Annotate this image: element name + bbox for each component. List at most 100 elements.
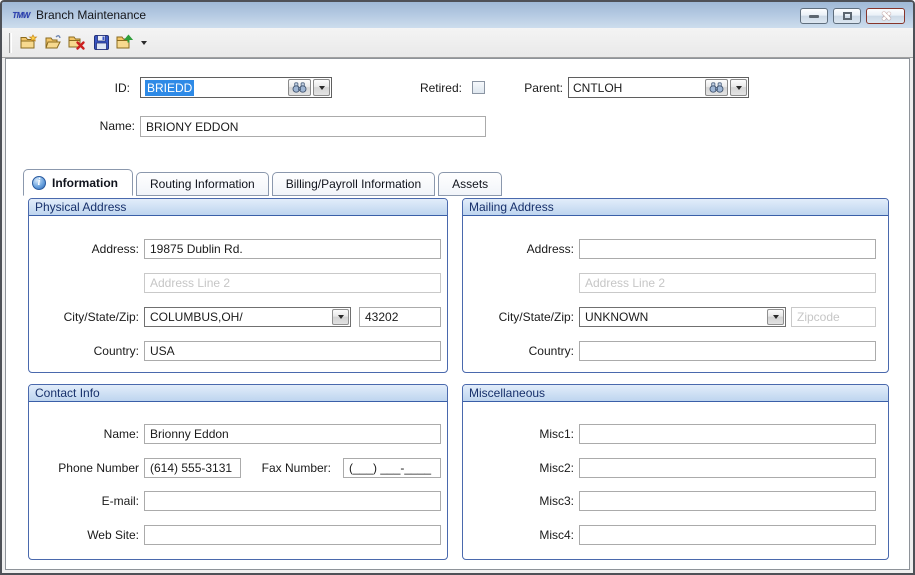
mailing-city-value: UNKNOWN bbox=[580, 308, 766, 326]
minimize-icon bbox=[809, 15, 819, 18]
name-input[interactable] bbox=[140, 116, 486, 137]
website-label: Web Site: bbox=[39, 525, 139, 545]
parent-dropdown-button[interactable] bbox=[730, 79, 747, 96]
misc3-input[interactable] bbox=[579, 491, 876, 511]
open-button[interactable] bbox=[41, 31, 65, 54]
parent-value[interactable]: CNTLOH bbox=[569, 78, 704, 97]
export-folder-icon bbox=[116, 34, 134, 51]
country-label: Country: bbox=[479, 341, 574, 361]
binoculars-icon bbox=[709, 82, 724, 93]
toolbar-overflow-button[interactable] bbox=[137, 31, 151, 54]
mailing-address-group: Mailing Address Address: City/State/Zip:… bbox=[462, 198, 889, 373]
email-label: E-mail: bbox=[39, 491, 139, 511]
tab-label: Assets bbox=[452, 177, 488, 191]
misc3-label: Misc3: bbox=[479, 491, 574, 511]
save-icon bbox=[93, 34, 110, 51]
physical-zip-input[interactable] bbox=[359, 307, 441, 327]
parent-lookup-button[interactable] bbox=[705, 79, 728, 96]
app-logo-icon: TMW bbox=[11, 8, 31, 22]
form-client-area: ID: BRIEDD Retired: Parent: CNTLOH bbox=[5, 58, 910, 570]
contact-info-group: Contact Info Name: Phone Number Fax Numb… bbox=[28, 384, 448, 560]
window-controls bbox=[800, 6, 905, 24]
tabstrip: i Information Routing Information Billin… bbox=[23, 169, 505, 196]
close-button[interactable] bbox=[866, 8, 905, 24]
physical-country-input[interactable] bbox=[144, 341, 441, 361]
misc1-input[interactable] bbox=[579, 424, 876, 444]
physical-city-value: COLUMBUS,OH/ bbox=[145, 308, 331, 326]
physical-city-dropdown-button[interactable] bbox=[332, 309, 349, 325]
contact-name-input[interactable] bbox=[144, 424, 441, 444]
titlebar: TMW Branch Maintenance bbox=[2, 2, 913, 28]
contact-info-header: Contact Info bbox=[29, 385, 447, 402]
restore-icon bbox=[843, 12, 852, 20]
physical-address2-input[interactable] bbox=[144, 273, 441, 293]
retired-checkbox[interactable] bbox=[472, 81, 485, 94]
city-state-zip-label: City/State/Zip: bbox=[479, 307, 574, 327]
window-title: Branch Maintenance bbox=[36, 8, 146, 22]
misc2-input[interactable] bbox=[579, 458, 876, 478]
fax-number-input[interactable] bbox=[343, 458, 441, 478]
mailing-zip-input[interactable] bbox=[791, 307, 876, 327]
physical-address-input[interactable] bbox=[144, 239, 441, 259]
chevron-down-icon bbox=[773, 315, 779, 319]
id-combo[interactable]: BRIEDD bbox=[140, 77, 332, 98]
mailing-address-header: Mailing Address bbox=[463, 199, 888, 216]
id-label: ID: bbox=[80, 78, 130, 98]
id-value[interactable]: BRIEDD bbox=[141, 78, 287, 97]
physical-address-group: Physical Address Address: City/State/Zip… bbox=[28, 198, 448, 373]
mailing-city-dropdown[interactable]: UNKNOWN bbox=[579, 307, 786, 327]
chevron-down-icon bbox=[319, 86, 325, 90]
chevron-down-icon bbox=[338, 315, 344, 319]
export-button[interactable] bbox=[113, 31, 137, 54]
city-state-zip-label: City/State/Zip: bbox=[39, 307, 139, 327]
chevron-down-icon bbox=[736, 86, 742, 90]
phone-number-input[interactable] bbox=[144, 458, 241, 478]
id-lookup-button[interactable] bbox=[288, 79, 311, 96]
country-label: Country: bbox=[39, 341, 139, 361]
delete-folder-icon bbox=[68, 34, 86, 51]
name-label: Name: bbox=[65, 116, 135, 136]
tab-label: Billing/Payroll Information bbox=[286, 177, 421, 191]
contact-name-label: Name: bbox=[39, 424, 139, 444]
mailing-address2-input[interactable] bbox=[579, 273, 876, 293]
misc1-label: Misc1: bbox=[479, 424, 574, 444]
misc4-label: Misc4: bbox=[479, 525, 574, 545]
minimize-button[interactable] bbox=[800, 8, 828, 24]
tab-assets[interactable]: Assets bbox=[438, 172, 502, 196]
misc2-label: Misc2: bbox=[479, 458, 574, 478]
delete-button[interactable] bbox=[65, 31, 89, 54]
toolbar-grip[interactable] bbox=[9, 33, 12, 53]
toolbar bbox=[2, 28, 913, 58]
fax-number-label: Fax Number: bbox=[244, 458, 331, 478]
miscellaneous-group: Miscellaneous Misc1: Misc2: Misc3: Misc4… bbox=[462, 384, 889, 560]
address-label: Address: bbox=[39, 239, 139, 259]
mailing-country-input[interactable] bbox=[579, 341, 876, 361]
tab-billing-payroll-information[interactable]: Billing/Payroll Information bbox=[272, 172, 435, 196]
physical-city-dropdown[interactable]: COLUMBUS,OH/ bbox=[144, 307, 351, 327]
physical-address-header: Physical Address bbox=[29, 199, 447, 216]
restore-button[interactable] bbox=[833, 8, 861, 24]
info-icon: i bbox=[32, 176, 46, 190]
website-input[interactable] bbox=[144, 525, 441, 545]
open-folder-icon bbox=[44, 34, 62, 51]
id-selected-text: BRIEDD bbox=[145, 80, 194, 96]
phone-number-label: Phone Number bbox=[39, 458, 139, 478]
chevron-down-icon bbox=[141, 41, 147, 45]
id-dropdown-button[interactable] bbox=[313, 79, 330, 96]
parent-label: Parent: bbox=[513, 78, 563, 98]
new-button[interactable] bbox=[17, 31, 41, 54]
mailing-city-dropdown-button[interactable] bbox=[767, 309, 784, 325]
address-label: Address: bbox=[479, 239, 574, 259]
tab-routing-information[interactable]: Routing Information bbox=[136, 172, 269, 196]
parent-combo[interactable]: CNTLOH bbox=[568, 77, 749, 98]
tab-information[interactable]: i Information bbox=[23, 169, 133, 196]
branch-maintenance-window: TMW Branch Maintenance bbox=[0, 0, 915, 575]
close-icon bbox=[881, 11, 891, 21]
mailing-address-input[interactable] bbox=[579, 239, 876, 259]
miscellaneous-header: Miscellaneous bbox=[463, 385, 888, 402]
misc4-input[interactable] bbox=[579, 525, 876, 545]
email-input[interactable] bbox=[144, 491, 441, 511]
new-folder-icon bbox=[20, 34, 38, 51]
save-button[interactable] bbox=[89, 31, 113, 54]
retired-label: Retired: bbox=[382, 78, 462, 98]
